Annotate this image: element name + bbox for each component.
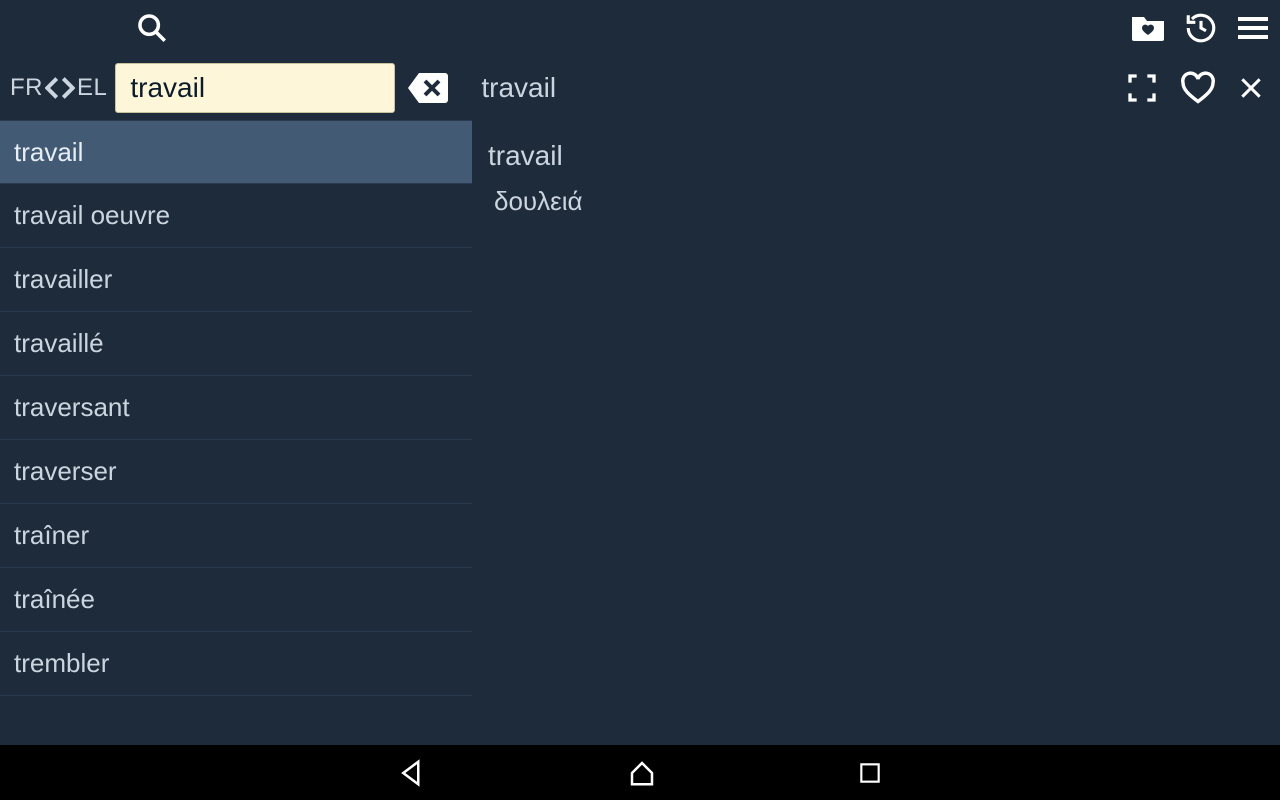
list-item[interactable]: travaillé (0, 312, 472, 376)
chevron-left-icon (45, 77, 59, 99)
system-nav-bar (0, 745, 1280, 800)
list-item[interactable]: travailler (0, 248, 472, 312)
list-item[interactable]: traîner (0, 504, 472, 568)
clear-search-button[interactable] (403, 63, 453, 113)
favorite-icon[interactable] (1180, 71, 1216, 105)
menu-icon[interactable] (1236, 14, 1270, 42)
word-list[interactable]: travailtravail oeuvretravaillertravaillé… (0, 120, 472, 745)
fullscreen-icon[interactable] (1126, 72, 1158, 104)
list-item[interactable]: traînée (0, 568, 472, 632)
list-item[interactable]: travail oeuvre (0, 184, 472, 248)
main-area: travailtravail oeuvretravaillertravaillé… (0, 120, 1280, 745)
top-bar (0, 0, 1280, 55)
list-item[interactable]: traversant (0, 376, 472, 440)
lang-to-label: EL (77, 74, 107, 102)
detail-translation: δουλειά (488, 186, 1264, 217)
close-icon[interactable] (1238, 75, 1264, 101)
detail-panel: travail δουλειά (472, 120, 1280, 745)
search-input[interactable] (115, 63, 395, 113)
search-row: FR EL travail (0, 55, 1280, 120)
language-switch[interactable]: FR EL (10, 74, 107, 102)
list-item[interactable]: trembler (0, 632, 472, 696)
list-item[interactable]: traverser (0, 440, 472, 504)
home-button[interactable] (627, 758, 657, 788)
lang-from-label: FR (10, 74, 43, 102)
detail-word: travail (488, 140, 1264, 172)
chevron-right-icon (61, 77, 75, 99)
favorites-folder-icon[interactable] (1130, 13, 1166, 43)
header-word: travail (481, 72, 556, 104)
list-item[interactable]: travail (0, 120, 472, 184)
search-icon[interactable] (135, 11, 169, 45)
back-button[interactable] (397, 758, 427, 788)
history-icon[interactable] (1184, 11, 1218, 45)
recent-apps-button[interactable] (857, 760, 883, 786)
